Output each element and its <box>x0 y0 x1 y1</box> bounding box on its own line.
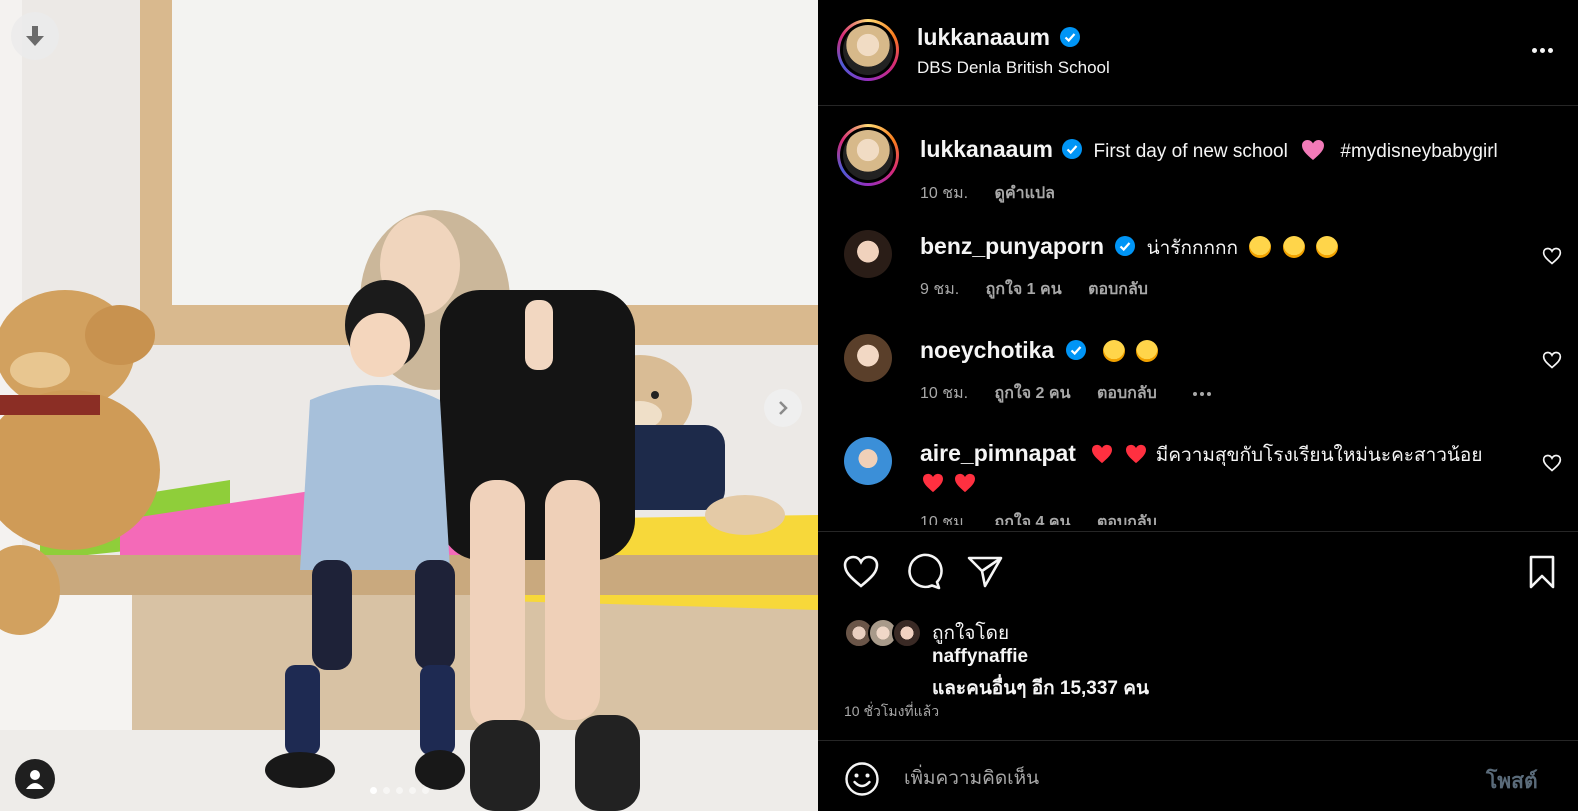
dot-icon <box>1539 47 1545 53</box>
heart-eyes-emoji-icon <box>1315 236 1338 258</box>
comment-text: น่ารักกกกก <box>1146 238 1238 259</box>
share-button-paper-plane-icon[interactable] <box>965 552 1005 592</box>
pink-heart-emoji-icon <box>1302 140 1325 160</box>
red-heart-emoji-icon <box>1092 444 1113 464</box>
verified-badge-icon <box>1065 340 1086 360</box>
dot-icon <box>1193 391 1198 396</box>
caption-time: 10 ชม. <box>920 185 969 202</box>
reply-button[interactable]: ตอบกลับ <box>1097 514 1157 525</box>
caption-text: First day of new school <box>1093 141 1288 162</box>
author-avatar[interactable] <box>837 19 899 81</box>
red-heart-emoji-icon <box>1125 444 1146 464</box>
comment-like-count[interactable]: ถูกใจ 2 คน <box>995 385 1071 402</box>
emoji-picker-smiley-icon[interactable] <box>844 761 880 797</box>
reply-button[interactable]: ตอบกลับ <box>1088 281 1148 298</box>
comment-like-count[interactable]: ถูกใจ 4 คน <box>995 514 1071 525</box>
post-location[interactable]: DBS Denla British School <box>917 58 1110 78</box>
verified-badge-icon <box>1062 139 1083 159</box>
comment-time: 10 ชม. <box>920 514 969 525</box>
carousel-dot <box>422 787 429 794</box>
comments-list[interactable]: lukkanaaum First day of new school #mydi… <box>818 107 1578 525</box>
author-username[interactable]: lukkanaaum <box>917 24 1050 50</box>
download-arrow-icon <box>26 26 44 46</box>
dot-icon <box>1547 47 1553 53</box>
dot-icon <box>1207 391 1212 396</box>
comment-username[interactable]: noeychotika <box>920 337 1054 363</box>
post-header: lukkanaaum DBS Denla British School <box>818 0 1578 106</box>
liked-by-user[interactable]: naffynaffie <box>932 646 1028 668</box>
carousel-dot-active <box>370 787 377 794</box>
dot-icon <box>1200 391 1205 396</box>
comment-text: มีความสุขกับโรงเรียนใหม่นะคะสาวน้อย <box>1155 445 1483 466</box>
comment-time: 10 ชม. <box>920 385 969 402</box>
add-comment-bar: โพสต์ <box>818 740 1578 811</box>
heart-eyes-emoji-icon <box>1249 236 1272 258</box>
red-heart-emoji-icon <box>923 473 943 493</box>
verified-badge-icon <box>1115 236 1136 256</box>
comment-more-button[interactable] <box>1193 391 1212 396</box>
caption-author[interactable]: lukkanaaum <box>920 136 1053 162</box>
post-side-panel: lukkanaaum DBS Denla British School lukk… <box>818 0 1578 811</box>
photo-scene <box>0 0 818 811</box>
carousel-dot <box>409 787 416 794</box>
like-button-heart-icon[interactable] <box>841 552 881 592</box>
download-button[interactable] <box>11 12 59 60</box>
commenter-avatar[interactable] <box>844 437 892 485</box>
likes-others-prefix: และ <box>932 678 967 699</box>
verified-badge-icon <box>1060 27 1081 47</box>
reply-button[interactable]: ตอบกลับ <box>1097 385 1157 402</box>
save-button-bookmark-icon[interactable] <box>1522 552 1562 592</box>
comment-like-heart-icon[interactable] <box>1542 350 1562 370</box>
commenter-avatar[interactable] <box>844 334 892 382</box>
tagged-users-button[interactable] <box>15 759 55 799</box>
action-bar <box>818 531 1578 611</box>
caption-author-avatar[interactable] <box>837 124 899 186</box>
post-comment-button[interactable]: โพสต์ <box>1486 765 1538 798</box>
liker-avatar[interactable] <box>892 618 922 648</box>
red-heart-emoji-icon <box>955 473 976 493</box>
likes-others-count[interactable]: คนอื่นๆ อีก 15,337 คน <box>966 678 1149 699</box>
comment-input[interactable] <box>904 759 1464 799</box>
carousel-dot <box>383 787 390 794</box>
user-icon <box>26 770 44 789</box>
comment-username[interactable]: benz_punyaporn <box>920 233 1104 259</box>
caption-hashtag[interactable]: #mydisneybabygirl <box>1340 141 1497 162</box>
heart-eyes-emoji-icon <box>1102 340 1125 362</box>
comment-button-bubble-icon[interactable] <box>903 552 943 592</box>
post-photo[interactable] <box>0 0 818 811</box>
comment-like-heart-icon[interactable] <box>1542 453 1562 473</box>
comment-like-count[interactable]: ถูกใจ 1 คน <box>986 281 1062 298</box>
more-options-button[interactable] <box>1526 38 1558 62</box>
carousel-next-button[interactable] <box>764 389 802 427</box>
heart-eyes-emoji-icon <box>1282 236 1305 258</box>
comment-username[interactable]: aire_pimnapat <box>920 440 1076 466</box>
comment-like-heart-icon[interactable] <box>1542 246 1562 266</box>
translate-link[interactable]: ดูคำแปล <box>995 185 1055 202</box>
liked-by-label: ถูกใจโดย <box>932 623 1010 644</box>
heart-eyes-emoji-icon <box>1136 340 1159 362</box>
comment-time: 9 ชม. <box>920 281 960 298</box>
dot-icon <box>1531 47 1537 53</box>
carousel-indicator <box>370 787 429 794</box>
chevron-right-icon <box>779 401 788 415</box>
post-time-ago[interactable]: 10 ชั่วโมงที่แล้ว <box>844 701 939 723</box>
commenter-avatar[interactable] <box>844 230 892 278</box>
carousel-dot <box>396 787 403 794</box>
